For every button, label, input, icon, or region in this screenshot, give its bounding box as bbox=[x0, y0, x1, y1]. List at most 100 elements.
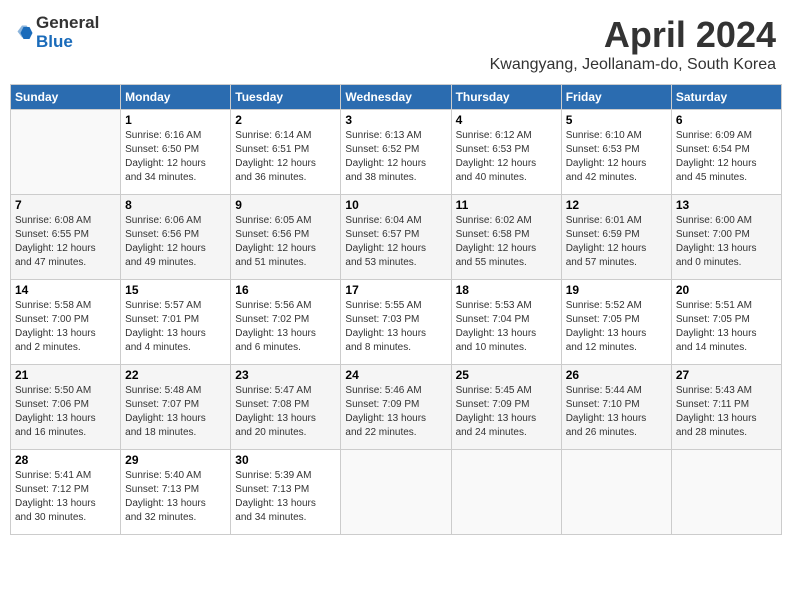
day-info: Sunrise: 5:45 AM Sunset: 7:09 PM Dayligh… bbox=[456, 384, 557, 440]
calendar-day-cell: 30 Sunrise: 5:39 AM Sunset: 7:13 PM Dayli… bbox=[231, 450, 341, 535]
day-number: 5 bbox=[566, 113, 667, 127]
calendar-day-cell: 16Sunrise: 5:56 AM Sunset: 7:02 PM Dayli… bbox=[231, 280, 341, 365]
calendar-day-cell: 24 Sunrise: 5:46 AM Sunset: 7:09 PM Dayli… bbox=[341, 365, 451, 450]
calendar-day-cell: 25Sunrise: 5:45 AM Sunset: 7:09 PM Dayli… bbox=[451, 365, 561, 450]
weekday-header-cell: Saturday bbox=[671, 85, 781, 110]
day-number: 30 bbox=[235, 453, 336, 467]
calendar-day-cell: 19 Sunrise: 5:52 AM Sunset: 7:05 PM Dayli… bbox=[561, 280, 671, 365]
day-number: 20 bbox=[676, 283, 777, 297]
calendar-day-cell: 7 Sunrise: 6:08 AM Sunset: 6:55 PM Daylig… bbox=[11, 195, 121, 280]
day-info: Sunrise: 6:00 AM Sunset: 7:00 PM Dayligh… bbox=[676, 214, 777, 270]
calendar-day-cell bbox=[11, 110, 121, 195]
weekday-header-cell: Monday bbox=[121, 85, 231, 110]
calendar-day-cell: 4Sunrise: 6:12 AM Sunset: 6:53 PM Daylig… bbox=[451, 110, 561, 195]
calendar-day-cell: 1 Sunrise: 6:16 AM Sunset: 6:50 PM Daylig… bbox=[121, 110, 231, 195]
day-number: 10 bbox=[345, 198, 446, 212]
calendar-week-row: 1 Sunrise: 6:16 AM Sunset: 6:50 PM Daylig… bbox=[11, 110, 782, 195]
calendar-day-cell: 22 Sunrise: 5:48 AM Sunset: 7:07 PM Dayli… bbox=[121, 365, 231, 450]
day-number: 22 bbox=[125, 368, 226, 382]
weekday-header-cell: Thursday bbox=[451, 85, 561, 110]
header-area: General Blue April 2024 Kwangyang, Jeoll… bbox=[10, 10, 782, 78]
day-number: 29 bbox=[125, 453, 226, 467]
day-info: Sunrise: 5:40 AM Sunset: 7:13 PM Dayligh… bbox=[125, 469, 226, 525]
day-info: Sunrise: 6:16 AM Sunset: 6:50 PM Dayligh… bbox=[125, 129, 226, 185]
day-info: Sunrise: 5:58 AM Sunset: 7:00 PM Dayligh… bbox=[15, 299, 116, 355]
calendar-day-cell: 6 Sunrise: 6:09 AM Sunset: 6:54 PM Daylig… bbox=[671, 110, 781, 195]
calendar-day-cell: 11 Sunrise: 6:02 AM Sunset: 6:58 PM Dayli… bbox=[451, 195, 561, 280]
day-number: 21 bbox=[15, 368, 116, 382]
day-info: Sunrise: 5:47 AM Sunset: 7:08 PM Dayligh… bbox=[235, 384, 336, 440]
day-number: 2 bbox=[235, 113, 336, 127]
calendar-day-cell: 2 Sunrise: 6:14 AM Sunset: 6:51 PM Daylig… bbox=[231, 110, 341, 195]
calendar-day-cell: 5 Sunrise: 6:10 AM Sunset: 6:53 PM Daylig… bbox=[561, 110, 671, 195]
day-number: 17 bbox=[345, 283, 446, 297]
calendar-day-cell: 18 Sunrise: 5:53 AM Sunset: 7:04 PM Dayli… bbox=[451, 280, 561, 365]
day-info: Sunrise: 6:13 AM Sunset: 6:52 PM Dayligh… bbox=[345, 129, 446, 185]
calendar-day-cell: 28 Sunrise: 5:41 AM Sunset: 7:12 PM Dayli… bbox=[11, 450, 121, 535]
day-number: 6 bbox=[676, 113, 777, 127]
day-info: Sunrise: 6:01 AM Sunset: 6:59 PM Dayligh… bbox=[566, 214, 667, 270]
day-number: 1 bbox=[125, 113, 226, 127]
calendar-day-cell bbox=[341, 450, 451, 535]
day-info: Sunrise: 5:46 AM Sunset: 7:09 PM Dayligh… bbox=[345, 384, 446, 440]
calendar-week-row: 14 Sunrise: 5:58 AM Sunset: 7:00 PM Dayli… bbox=[11, 280, 782, 365]
calendar-day-cell: 8 Sunrise: 6:06 AM Sunset: 6:56 PM Daylig… bbox=[121, 195, 231, 280]
day-info: Sunrise: 6:05 AM Sunset: 6:56 PM Dayligh… bbox=[235, 214, 336, 270]
day-info: Sunrise: 6:09 AM Sunset: 6:54 PM Dayligh… bbox=[676, 129, 777, 185]
day-info: Sunrise: 5:51 AM Sunset: 7:05 PM Dayligh… bbox=[676, 299, 777, 355]
day-number: 27 bbox=[676, 368, 777, 382]
calendar-day-cell: 29 Sunrise: 5:40 AM Sunset: 7:13 PM Dayli… bbox=[121, 450, 231, 535]
day-info: Sunrise: 5:43 AM Sunset: 7:11 PM Dayligh… bbox=[676, 384, 777, 440]
calendar-day-cell: 26 Sunrise: 5:44 AM Sunset: 7:10 PM Dayli… bbox=[561, 365, 671, 450]
day-info: Sunrise: 5:41 AM Sunset: 7:12 PM Dayligh… bbox=[15, 469, 116, 525]
day-info: Sunrise: 6:10 AM Sunset: 6:53 PM Dayligh… bbox=[566, 129, 667, 185]
day-number: 28 bbox=[15, 453, 116, 467]
calendar-day-cell: 14 Sunrise: 5:58 AM Sunset: 7:00 PM Dayli… bbox=[11, 280, 121, 365]
day-number: 3 bbox=[345, 113, 446, 127]
day-number: 14 bbox=[15, 283, 116, 297]
weekday-header-cell: Sunday bbox=[11, 85, 121, 110]
day-number: 4 bbox=[456, 113, 557, 127]
month-title: April 2024 bbox=[490, 14, 776, 56]
day-number: 11 bbox=[456, 198, 557, 212]
day-number: 7 bbox=[15, 198, 116, 212]
day-info: Sunrise: 5:53 AM Sunset: 7:04 PM Dayligh… bbox=[456, 299, 557, 355]
calendar-week-row: 21 Sunrise: 5:50 AM Sunset: 7:06 PM Dayli… bbox=[11, 365, 782, 450]
day-info: Sunrise: 5:48 AM Sunset: 7:07 PM Dayligh… bbox=[125, 384, 226, 440]
day-info: Sunrise: 5:44 AM Sunset: 7:10 PM Dayligh… bbox=[566, 384, 667, 440]
calendar-week-row: 7 Sunrise: 6:08 AM Sunset: 6:55 PM Daylig… bbox=[11, 195, 782, 280]
weekday-header-cell: Tuesday bbox=[231, 85, 341, 110]
title-area: April 2024 Kwangyang, Jeollanam-do, Sout… bbox=[490, 14, 776, 74]
calendar-day-cell: 10Sunrise: 6:04 AM Sunset: 6:57 PM Dayli… bbox=[341, 195, 451, 280]
calendar-day-cell: 23Sunrise: 5:47 AM Sunset: 7:08 PM Dayli… bbox=[231, 365, 341, 450]
day-info: Sunrise: 6:06 AM Sunset: 6:56 PM Dayligh… bbox=[125, 214, 226, 270]
day-number: 13 bbox=[676, 198, 777, 212]
day-info: Sunrise: 6:08 AM Sunset: 6:55 PM Dayligh… bbox=[15, 214, 116, 270]
calendar-day-cell: 27 Sunrise: 5:43 AM Sunset: 7:11 PM Dayli… bbox=[671, 365, 781, 450]
calendar-day-cell: 17 Sunrise: 5:55 AM Sunset: 7:03 PM Dayli… bbox=[341, 280, 451, 365]
day-number: 24 bbox=[345, 368, 446, 382]
day-info: Sunrise: 5:50 AM Sunset: 7:06 PM Dayligh… bbox=[15, 384, 116, 440]
day-number: 16 bbox=[235, 283, 336, 297]
logo-general: General bbox=[36, 14, 99, 33]
calendar-day-cell: 9Sunrise: 6:05 AM Sunset: 6:56 PM Daylig… bbox=[231, 195, 341, 280]
day-info: Sunrise: 6:14 AM Sunset: 6:51 PM Dayligh… bbox=[235, 129, 336, 185]
logo: General Blue bbox=[16, 14, 99, 51]
calendar-body: 1 Sunrise: 6:16 AM Sunset: 6:50 PM Daylig… bbox=[11, 110, 782, 535]
calendar-day-cell bbox=[671, 450, 781, 535]
weekday-header-cell: Friday bbox=[561, 85, 671, 110]
calendar-table: SundayMondayTuesdayWednesdayThursdayFrid… bbox=[10, 84, 782, 535]
calendar-day-cell: 12Sunrise: 6:01 AM Sunset: 6:59 PM Dayli… bbox=[561, 195, 671, 280]
logo-blue: Blue bbox=[36, 33, 99, 52]
day-number: 26 bbox=[566, 368, 667, 382]
calendar-day-cell: 20 Sunrise: 5:51 AM Sunset: 7:05 PM Dayli… bbox=[671, 280, 781, 365]
day-number: 19 bbox=[566, 283, 667, 297]
day-number: 15 bbox=[125, 283, 226, 297]
day-number: 18 bbox=[456, 283, 557, 297]
day-info: Sunrise: 6:02 AM Sunset: 6:58 PM Dayligh… bbox=[456, 214, 557, 270]
day-info: Sunrise: 5:55 AM Sunset: 7:03 PM Dayligh… bbox=[345, 299, 446, 355]
day-info: Sunrise: 5:52 AM Sunset: 7:05 PM Dayligh… bbox=[566, 299, 667, 355]
day-info: Sunrise: 5:39 AM Sunset: 7:13 PM Dayligh… bbox=[235, 469, 336, 525]
day-number: 8 bbox=[125, 198, 226, 212]
calendar-day-cell: 15Sunrise: 5:57 AM Sunset: 7:01 PM Dayli… bbox=[121, 280, 231, 365]
